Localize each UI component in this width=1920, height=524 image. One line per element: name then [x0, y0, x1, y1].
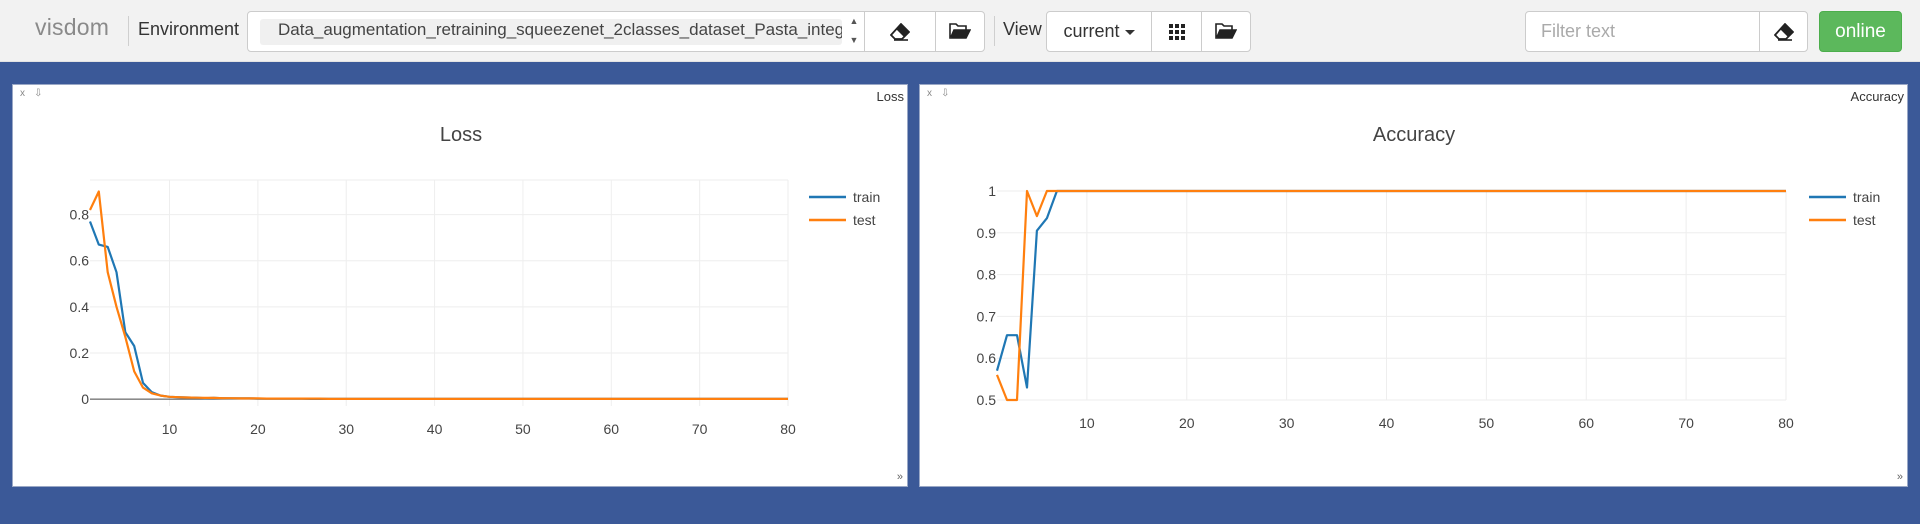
- environment-value[interactable]: Data_augmentation_retraining_squeezenet_…: [278, 20, 842, 40]
- x-tick-label: 70: [1678, 415, 1694, 431]
- x-tick-label: 20: [250, 421, 266, 437]
- y-tick-label: 0.9: [977, 225, 997, 241]
- x-tick-label: 10: [162, 421, 178, 437]
- grid-icon: [1168, 23, 1185, 40]
- y-tick-label: 0.5: [977, 392, 997, 408]
- y-tick-label: 0.8: [70, 207, 90, 223]
- loss-pane[interactable]: x ⇩ Loss Loss 10 20 30 40 50 60 70 80 0 0.2 0.4 0.6 0…: [12, 84, 908, 487]
- clear-filter-button[interactable]: [1759, 11, 1808, 52]
- x-tick-label: 30: [1279, 415, 1295, 431]
- manage-views-button[interactable]: [1201, 11, 1251, 52]
- loss-chart[interactable]: Loss 10 20 30 40 50 60 70 80 0 0.2 0.4 0.6 0.8 train te…: [13, 85, 908, 487]
- manage-environments-button[interactable]: [935, 11, 985, 52]
- series-line-test: [995, 189, 1786, 402]
- x-tick-label: 30: [338, 421, 354, 437]
- folder-open-icon: [1215, 23, 1237, 39]
- y-tick-label: 0.6: [70, 253, 90, 269]
- y-tick-label: 1: [988, 183, 996, 199]
- chart-title: Loss: [440, 124, 482, 146]
- folder-open-icon: [949, 23, 971, 39]
- view-select-button[interactable]: current: [1046, 11, 1152, 52]
- x-tick-label: 80: [1778, 415, 1794, 431]
- legend-label-train: train: [853, 189, 880, 205]
- x-tick-label: 20: [1179, 415, 1195, 431]
- x-tick-label: 60: [604, 421, 620, 437]
- x-tick-label: 40: [1379, 415, 1395, 431]
- x-tick-label: 80: [780, 421, 796, 437]
- resize-handle-icon[interactable]: »: [1897, 471, 1903, 483]
- x-tick-label: 40: [427, 421, 443, 437]
- y-tick-label: 0.7: [977, 308, 997, 324]
- repack-layout-button[interactable]: [1151, 11, 1202, 52]
- accuracy-pane[interactable]: x ⇩ Accuracy Accuracy 10 20 30 40 50 60 70 80 0.5…: [919, 84, 1908, 487]
- resize-handle-icon[interactable]: »: [897, 471, 903, 483]
- view-value: current: [1063, 21, 1120, 41]
- navbar-divider: [128, 16, 129, 46]
- y-tick-label: 0.8: [977, 267, 997, 283]
- y-tick-label: 0.2: [70, 345, 90, 361]
- navbar: visdom Environment Data_augmentation_ret…: [0, 0, 1920, 62]
- y-tick-label: 0.4: [70, 299, 90, 315]
- series-line-train: [88, 221, 788, 400]
- y-tick-label: 0.6: [977, 350, 997, 366]
- navbar-divider: [994, 16, 995, 46]
- legend-label-test: test: [1853, 212, 1876, 228]
- eraser-icon: [890, 22, 910, 41]
- y-tick-label: 0: [81, 391, 89, 407]
- x-tick-label: 50: [1479, 415, 1495, 431]
- chart-title: Accuracy: [1373, 124, 1455, 146]
- environment-scroll-arrows-icon[interactable]: ▲ ▼: [844, 12, 864, 51]
- x-tick-label: 70: [692, 421, 708, 437]
- legend-label-test: test: [853, 212, 876, 228]
- environment-label: Environment: [138, 19, 240, 39]
- series-line-test: [89, 190, 788, 400]
- environment-select[interactable]: Data_augmentation_retraining_squeezenet_…: [247, 11, 865, 52]
- clear-environment-button[interactable]: [864, 11, 936, 52]
- view-label: View: [1003, 19, 1042, 39]
- connection-status-button[interactable]: online: [1819, 11, 1902, 52]
- legend-label-train: train: [1853, 189, 1880, 205]
- x-tick-label: 50: [515, 421, 531, 437]
- accuracy-chart[interactable]: Accuracy 10 20 30 40 50 60 70 80 0.5 0.6 0.7 0.8 0.9 1…: [920, 85, 1908, 487]
- x-tick-label: 60: [1578, 415, 1594, 431]
- filter-text-input[interactable]: [1525, 11, 1760, 52]
- x-tick-label: 10: [1079, 415, 1095, 431]
- caret-down-icon: [1124, 30, 1135, 35]
- brand-logo[interactable]: visdom: [35, 14, 109, 41]
- eraser-icon: [1773, 22, 1794, 41]
